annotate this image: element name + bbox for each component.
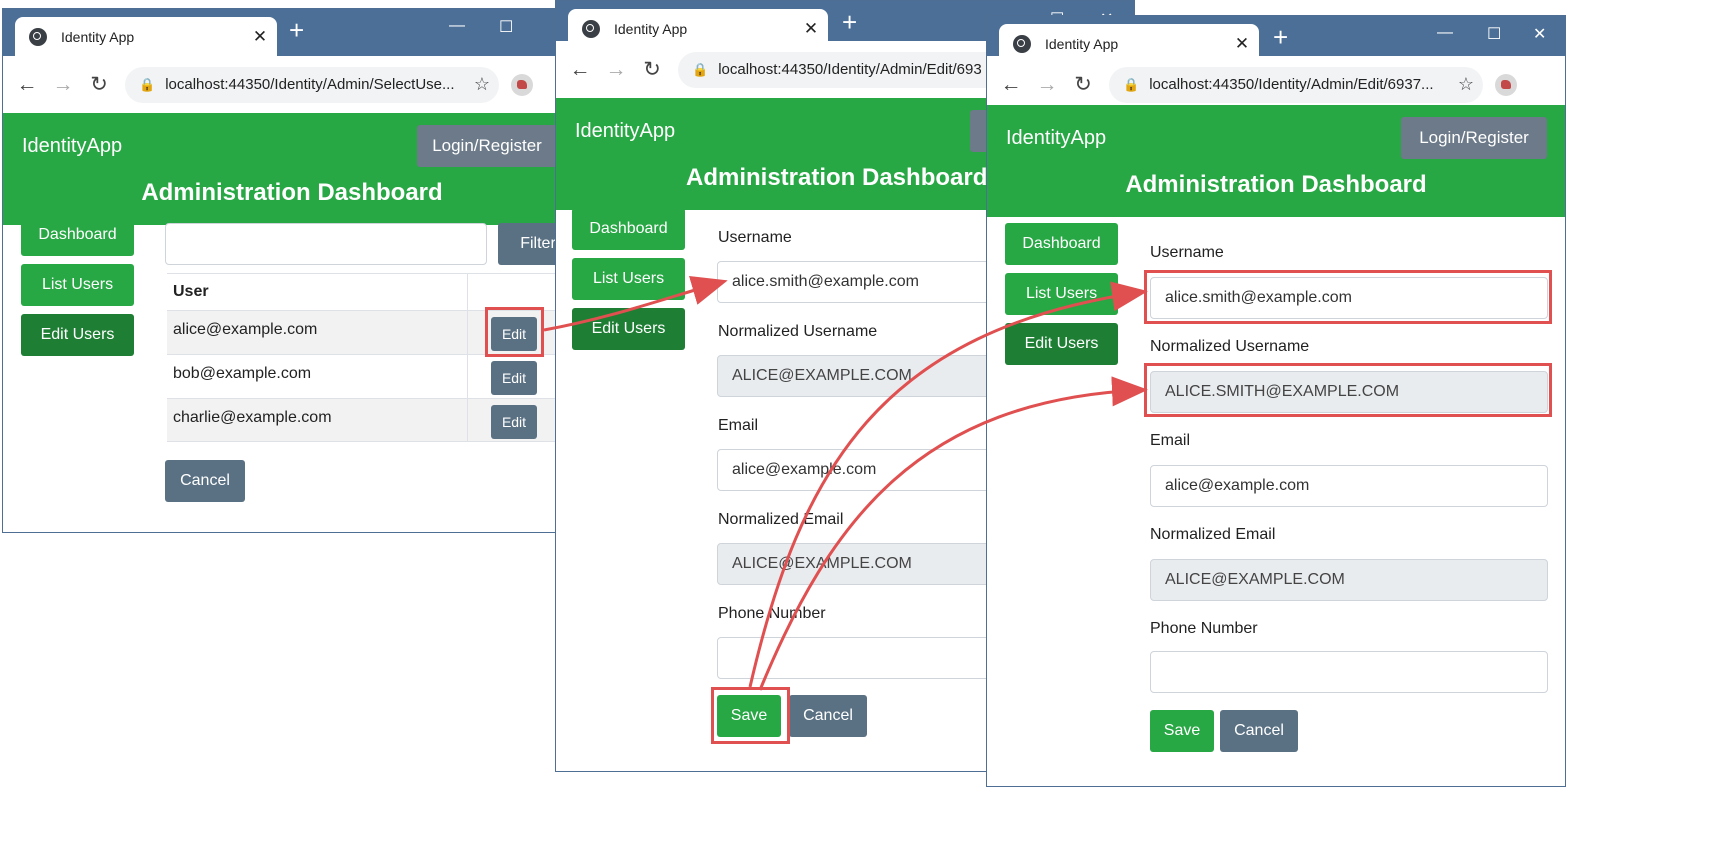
annotation-arrows xyxy=(543,275,1148,691)
arrow-save-to-username xyxy=(748,281,1148,688)
arrow-edit-to-username xyxy=(543,275,728,332)
arrow-save-to-normalized-username xyxy=(758,376,1148,691)
